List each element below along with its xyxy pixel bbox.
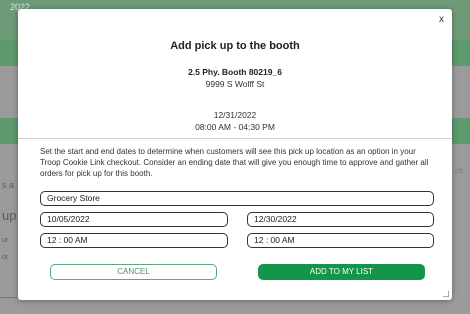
end-time-field[interactable]: 12 : 00 AM	[247, 233, 434, 248]
background-text: up	[2, 208, 17, 223]
add-pickup-modal: x Add pick up to the booth 2.5 Phy. Boot…	[18, 9, 452, 300]
modal-divider	[18, 138, 452, 139]
resize-handle-icon[interactable]	[443, 291, 449, 297]
description-text: Set the start and end dates to determine…	[40, 147, 429, 178]
modal-title: Add pick up to the booth	[170, 40, 300, 52]
booth-name: 2.5 Phy. Booth 80219_6	[188, 67, 282, 77]
close-icon[interactable]: x	[439, 14, 444, 25]
booth-address: 9999 S Wolff St	[205, 79, 265, 89]
background-text: ot	[2, 254, 8, 261]
booth-date: 12/31/2022	[213, 110, 257, 120]
start-time-field[interactable]: 12 : 00 AM	[40, 233, 228, 248]
end-date-field[interactable]: 12/30/2022	[247, 212, 434, 227]
start-date-field[interactable]: 10/05/2022	[40, 212, 228, 227]
booth-time-range: 08:00 AM - 04:30 PM	[195, 122, 275, 132]
location-field[interactable]: Grocery Store	[40, 191, 434, 206]
add-to-my-list-button[interactable]: ADD TO MY LIST	[258, 264, 425, 280]
background-text: ur	[2, 237, 9, 244]
background-text: s a	[2, 180, 15, 190]
cancel-button[interactable]: CANCEL	[50, 264, 217, 280]
background-text: ch	[455, 168, 463, 175]
